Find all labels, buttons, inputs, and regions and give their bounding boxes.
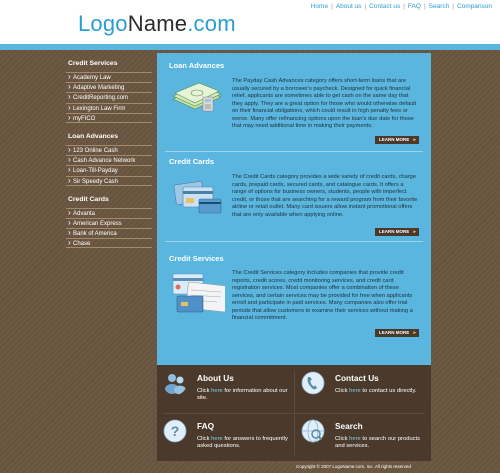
logo-part-name: Name: [127, 11, 188, 36]
learn-more-button[interactable]: LEARN MORE: [375, 136, 419, 144]
sidebar-item-bank-of-america[interactable]: Bank of America: [66, 228, 152, 238]
sidebar-item-cash-advance-network[interactable]: Cash Advance Network: [66, 155, 152, 165]
sidebar-title-credit-cards: Credit Cards: [68, 195, 109, 203]
main-content: Loan Advances The Payday Cash Advances c…: [157, 53, 431, 365]
section-divider: [165, 241, 423, 242]
section-loan-advances: Loan Advances The Payday Cash Advances c…: [157, 61, 431, 149]
search-text: Click here to search our products and se…: [335, 436, 421, 449]
nav-about-us[interactable]: About us: [336, 3, 362, 10]
section-description: The Credit Services category includes co…: [232, 270, 413, 321]
contact-us-title[interactable]: Contact Us: [335, 373, 379, 383]
section-description: The Payday Cash Advances category offers…: [232, 78, 417, 129]
section-description: The Credit Cards category provides a wid…: [232, 174, 418, 218]
sidebar-item-123-online-cash[interactable]: 123 Online Cash: [66, 144, 152, 155]
sidebar-item-adaptive-marketing[interactable]: Adaptive Marketing: [66, 82, 152, 92]
learn-more-button[interactable]: LEARN MORE: [375, 228, 419, 236]
sidebar-title-credit-services: Credit Services: [68, 60, 118, 67]
section-title: Loan Advances: [169, 61, 225, 70]
about-us-block: About Us Click here for information abou…: [157, 367, 288, 411]
section-credit-cards: Credit Cards The Credit Cards category p…: [157, 157, 431, 251]
sidebar-item-lexington-law[interactable]: Lexington Law Firm: [66, 102, 152, 113]
sidebar-list-credit-cards: Advanta American Express Bank of America…: [66, 207, 152, 249]
copyright: Copyright © 2007 LogoName.com, Inc. All …: [296, 464, 411, 469]
nav-comparison[interactable]: Comparison: [457, 3, 492, 10]
sidebar-item-creditreporting[interactable]: CreditReporting.com: [66, 92, 152, 103]
learn-more-button[interactable]: LEARN MORE: [375, 329, 419, 337]
phone-icon: [301, 371, 325, 395]
sidebar-list-loan-advances: 123 Online Cash Cash Advance Network Loa…: [66, 144, 152, 186]
section-title: Credit Services: [169, 254, 224, 263]
question-icon: ?: [163, 419, 187, 443]
about-us-text: Click here for information about our sit…: [197, 388, 288, 401]
logo-part-logo: Logo: [78, 11, 128, 36]
faq-here-link[interactable]: here: [211, 436, 223, 442]
svg-text:?: ?: [171, 423, 180, 439]
bottom-panel: About Us Click here for information abou…: [157, 365, 431, 461]
logo[interactable]: LogoName.com: [78, 11, 236, 37]
sidebar-item-myfico[interactable]: myFICO: [66, 112, 152, 123]
sidebar-item-loan-till-payday[interactable]: Loan-Till-Payday: [66, 165, 152, 176]
about-us-here-link[interactable]: here: [211, 388, 223, 394]
header: LogoName.com Home | About us | Contact us |…: [0, 0, 500, 44]
sidebar-item-academy-law[interactable]: Academy Law: [66, 72, 152, 82]
bottom-divider-horizontal: [163, 413, 425, 414]
about-us-title[interactable]: About Us: [197, 373, 234, 383]
contact-us-here-link[interactable]: here: [349, 388, 361, 394]
search-here-link[interactable]: here: [349, 436, 361, 442]
globe-icon: [301, 419, 325, 443]
nav-search[interactable]: Search: [429, 3, 450, 10]
search-title[interactable]: Search: [335, 421, 363, 431]
nav-home[interactable]: Home: [311, 3, 328, 10]
logo-part-com: .com: [187, 11, 236, 36]
section-divider: [165, 151, 423, 152]
sidebar-item-sir-speedy-cash[interactable]: Sir Speedy Cash: [66, 175, 152, 186]
nav-faq[interactable]: FAQ: [408, 3, 421, 10]
search-block: Search Click here to search our products…: [295, 415, 425, 459]
sidebar-item-american-express[interactable]: American Express: [66, 217, 152, 228]
sidebar-title-loan-advances: Loan Advances: [68, 132, 118, 140]
contact-us-text: Click here to contact us directly.: [335, 388, 417, 394]
faq-text: Click here for answers to frequently ask…: [197, 436, 288, 449]
credit-cards-icon: [173, 181, 222, 214]
credit-services-icon: [172, 273, 225, 313]
people-icon: [165, 374, 186, 395]
money-icon: [172, 82, 222, 112]
faq-title[interactable]: FAQ: [197, 421, 214, 431]
sidebar-item-chase[interactable]: Chase: [66, 238, 152, 249]
sidebar: Credit Services Academy Law Adaptive Mar…: [66, 60, 152, 258]
section-title: Credit Cards: [169, 157, 215, 166]
top-nav: Home | About us | Contact us | FAQ | Search |…: [310, 3, 492, 10]
contact-us-block: Contact Us Click here to contact us dire…: [295, 367, 425, 411]
sidebar-list-credit-services: Academy Law Adaptive Marketing CreditRep…: [66, 72, 152, 123]
sidebar-item-advanta[interactable]: Advanta: [66, 207, 152, 218]
faq-block: ? FAQ Click here for answers to frequent…: [157, 415, 288, 459]
section-credit-services: Credit Services The Credit Services cate…: [157, 254, 431, 362]
nav-contact-us[interactable]: Contact us: [369, 3, 400, 10]
